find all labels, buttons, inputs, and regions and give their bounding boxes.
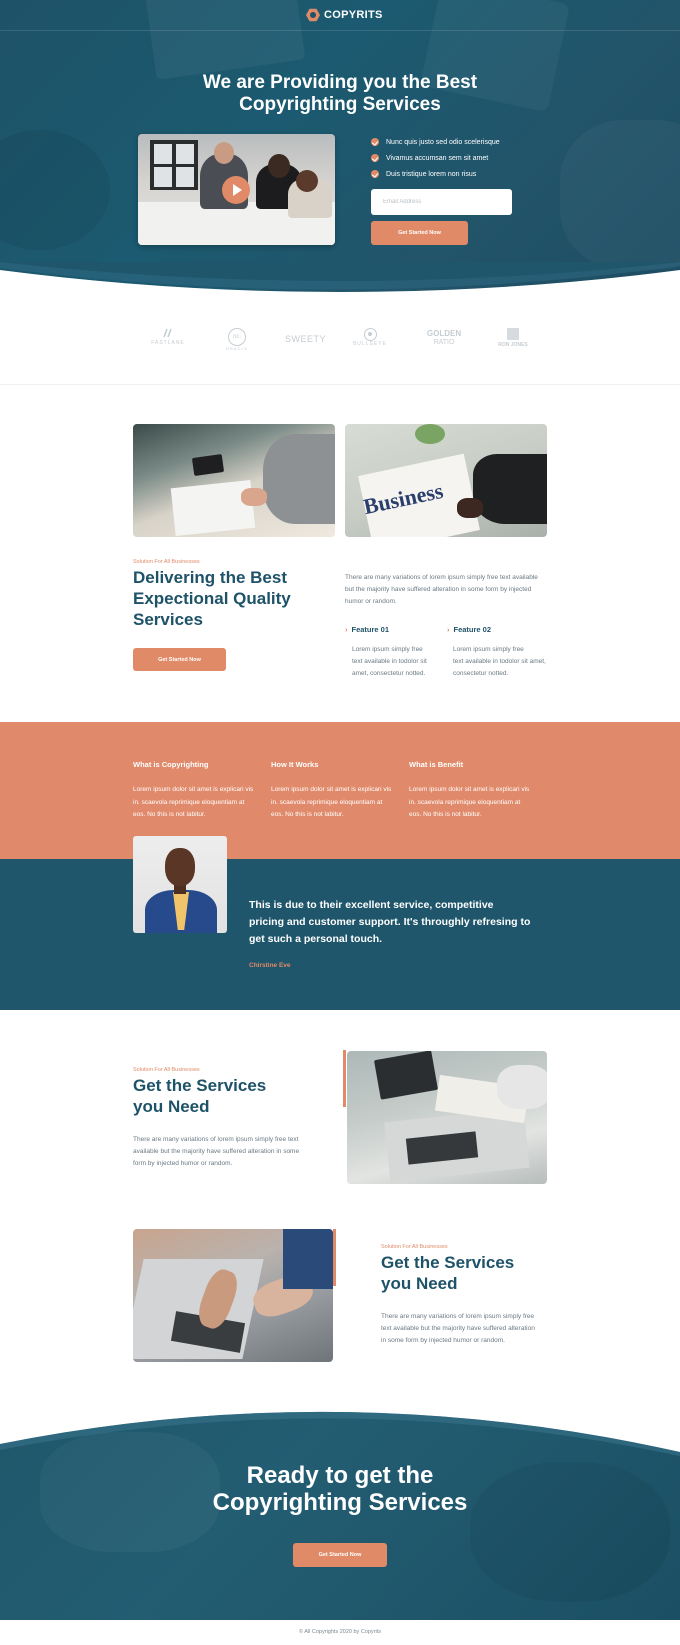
client-logo-sweety: SWEETY: [285, 334, 327, 344]
laptop-analysis-photo: [347, 1051, 547, 1184]
intro-video[interactable]: [138, 134, 335, 245]
testimonial-author: Chirstine Eve: [249, 962, 291, 969]
target-icon: [363, 328, 377, 341]
feature-text-1: Lorem ipsum simply free text available i…: [352, 646, 427, 677]
check-icon: [371, 170, 379, 178]
info-text-2: Lorem ipsum dolor sit amet is explicari …: [271, 786, 392, 818]
team-laptop-photo: [133, 1229, 333, 1362]
delivering-get-started-button[interactable]: Get Started Now: [133, 648, 226, 671]
client-logos: FASTLANE nc. ORACLE SWEETY BULLSEYE GOLD…: [0, 322, 680, 362]
section-divider: [0, 384, 680, 385]
check-icon: [371, 138, 379, 146]
feature-title-1: Feature 01: [345, 625, 390, 634]
hero-benefits-list: Nunc quis justo sed odio scelerisque Viv…: [371, 134, 500, 182]
square-icon: [507, 328, 519, 340]
hero-section: [0, 0, 680, 300]
info-title-1: What is Copyrighting: [133, 760, 209, 769]
info-text-3: Lorem ipsum dolor sit amet is explicari …: [409, 786, 530, 818]
cta-get-started-button[interactable]: Get Started Now: [293, 1543, 387, 1567]
check-icon: [371, 154, 379, 162]
services-paragraph-2: There are many variations of lorem ipsum…: [381, 1313, 535, 1344]
feature-title-2: Feature 02: [447, 625, 492, 634]
delivering-paragraph: There are many variations of lorem ipsum…: [345, 574, 538, 605]
list-item: Vivamus accumsan sem sit amet: [371, 150, 500, 166]
info-title-3: What is Benefit: [409, 760, 464, 769]
feature-text-2: Lorem ipsum simply free text available i…: [453, 646, 546, 677]
footer: © All Copyrights 2020 by Copyrits: [0, 1620, 680, 1645]
services-kicker-2: Solution For All Businesses: [381, 1244, 448, 1250]
brand-name: COPYRITS: [324, 9, 383, 21]
brand-logo[interactable]: COPYRITS: [306, 8, 383, 22]
copyright-text: © All Copyrights 2020 by Copyrits: [298, 1629, 381, 1635]
hexagon-logo-icon: [306, 8, 320, 22]
services-paragraph-1: There are many variations of lorem ipsum…: [133, 1136, 300, 1167]
client-logo-golden-ratio: GOLDEN RATIO: [426, 329, 462, 347]
client-logo-oracle: nc. ORACLE: [224, 328, 250, 352]
client-logo-fastlane: FASTLANE: [146, 328, 190, 346]
hero-get-started-button[interactable]: Get Started Now: [371, 221, 468, 245]
nc-badge-icon: nc.: [228, 328, 246, 346]
play-icon[interactable]: [222, 176, 250, 204]
avatar: [133, 836, 227, 933]
info-title-2: How It Works: [271, 760, 319, 769]
services-title-1: Get the Services you Need: [133, 1076, 267, 1116]
list-item: Nunc quis justo sed odio scelerisque: [371, 134, 500, 150]
hero-title-line2: Copyrighting Services: [239, 94, 441, 115]
cta-title: Ready to get the Copyrighting Services: [212, 1462, 468, 1516]
hero-title: We are Providing you the Best Copyrighti…: [140, 72, 540, 116]
cta-wave: [0, 1390, 680, 1456]
services-title-2: Get the Services you Need: [381, 1253, 515, 1293]
list-item: Duis tristique lorem non risus: [371, 166, 500, 182]
hero-title-line1: We are Providing you the Best: [202, 72, 478, 93]
section-kicker: Solution For All Businesses: [133, 559, 200, 565]
info-text-1: Lorem ipsum dolor sit amet is explicari …: [133, 786, 254, 818]
header-divider: [0, 30, 680, 31]
accent-bar: [333, 1229, 336, 1286]
client-logo-ron-jones: RON JONES: [494, 328, 532, 348]
email-field[interactable]: [371, 189, 512, 215]
delivering-title: Delivering the Best Expectional Quality …: [133, 568, 291, 629]
meeting-photo: [133, 424, 335, 537]
services-kicker-1: Solution For All Businesses: [133, 1067, 200, 1073]
client-logo-bullseye: BULLSEYE: [352, 328, 388, 347]
hero-wave: [0, 262, 680, 312]
fastlane-icon: [163, 328, 172, 338]
testimonial-quote: This is due to their excellent service, …: [249, 899, 531, 945]
accent-bar: [343, 1050, 346, 1107]
business-newspaper-photo: Business: [345, 424, 547, 537]
